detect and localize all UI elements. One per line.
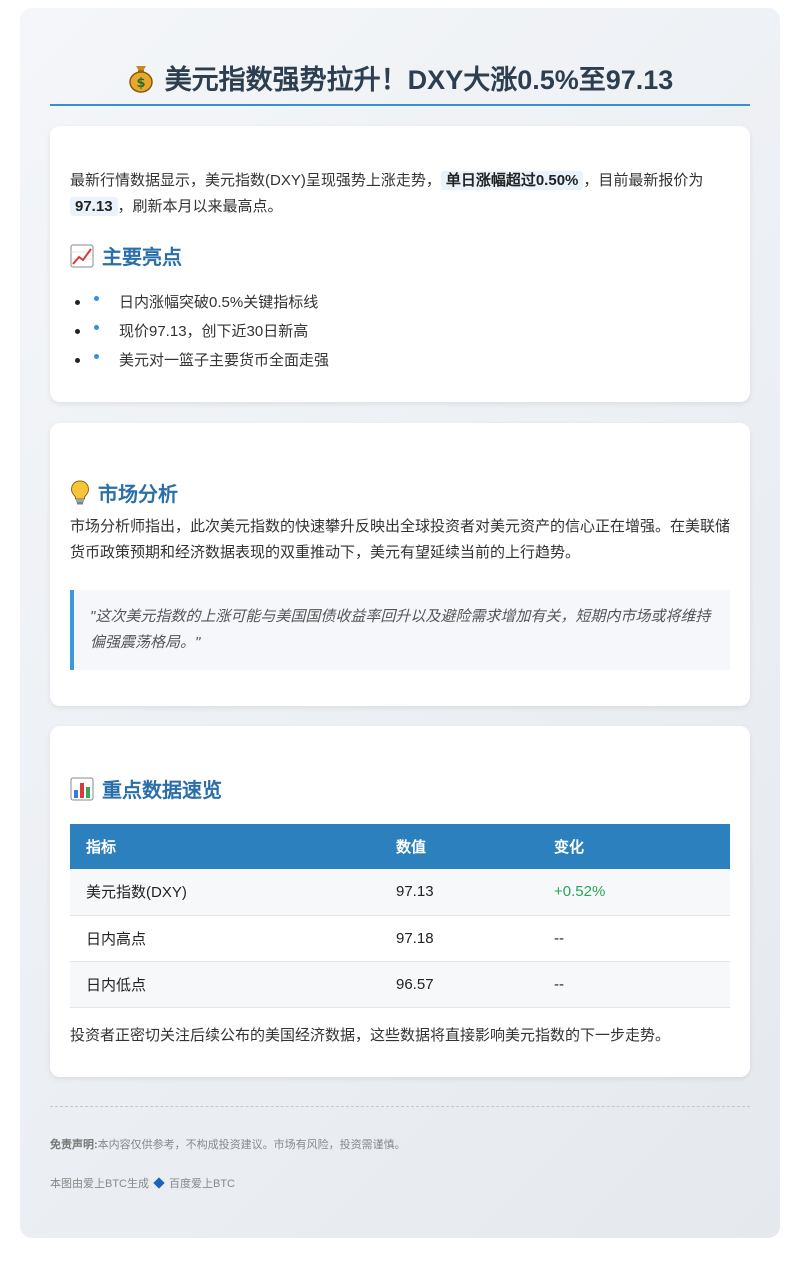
list-item: 现价97.13，创下近30日新高 [70,317,329,346]
highlight-item-text: 日内涨幅突破0.5%关键指标线 [119,294,319,311]
title-text: 美元指数强势拉升！DXY大涨0.5%至97.13 [164,65,674,95]
table-row: 美元指数(DXY) 97.13 +0.52% [70,869,730,916]
chart-up-icon [70,244,94,267]
analysis-card: 市场分析 市场分析师指出，此次美元指数的快速攀升反映出全球投资者对美元资产的信心… [50,423,750,706]
credit-line: 本图由爱上BTC生成 百度爱上BTC [50,1175,235,1191]
table-cell: 96.57 [380,961,538,1008]
page-container: $ 美元指数强势拉升！DXY大涨0.5%至97.13 最新行情数据显示，美元指数… [20,8,780,1238]
intro-text-middle: ，目前最新报价为 [583,172,704,189]
disclaimer: 免责声明:本内容仅供参考，不构成投资建议。市场有风险，投资需谨慎。 [50,1136,406,1152]
table-cell: 日内低点 [70,961,380,1008]
footer-divider [50,1106,750,1107]
table-row: 日内高点 97.18 -- [70,915,730,962]
highlight-change: 单日涨幅超过0.50% [440,171,584,190]
data-note: 投资者正密切关注后续公布的美国经济数据，这些数据将直接影响美元指数的下一步走势。 [70,1027,671,1044]
analysis-paragraph: 市场分析师指出，此次美元指数的快速攀升反映出全球投资者对美元资产的信心正在增强。… [70,518,731,561]
disclaimer-label: 免责声明: [50,1139,98,1151]
data-card: 重点数据速览 指标 数值 变化 美元指数(DXY) 97.13 +0.52% 日… [50,726,750,1077]
table-cell: 97.13 [380,869,538,916]
highlight-price: 97.13 [70,197,118,216]
highlights-list: 日内涨幅突破0.5%关键指标线 现价97.13，创下近30日新高 美元对一篮子主… [70,288,329,375]
svg-text:$: $ [136,76,145,91]
table-cell: 日内高点 [70,915,380,962]
analysis-title: 市场分析 [98,484,178,506]
bar-chart-icon [70,777,94,800]
table-cell-change: +0.52% [538,869,730,916]
highlight-item-text: 美元对一篮子主要货币全面走强 [119,352,330,369]
analyst-quote: "这次美元指数的上涨可能与美国国债收益率回升以及避险需求增加有关，短期内市场或将… [70,590,730,670]
table-row: 日内低点 96.57 -- [70,961,730,1008]
table-cell-change: -- [538,915,730,962]
disclaimer-text: 本内容仅供参考，不构成投资建议。市场有风险，投资需谨慎。 [97,1139,406,1151]
intro-text-before: 最新行情数据显示，美元指数(DXY)呈现强势上涨走势， [70,172,441,189]
highlights-heading: 主要亮点 [70,241,182,270]
table-header-row: 指标 数值 变化 [70,824,730,869]
data-heading: 重点数据速览 [70,774,222,803]
diamond-icon [153,1177,165,1189]
intro-text-after: ，刷新本月以来最高点。 [117,198,283,215]
page-title: $ 美元指数强势拉升！DXY大涨0.5%至97.13 [127,58,674,97]
column-header-change: 变化 [538,824,730,869]
table-cell-change: -- [538,961,730,1008]
credit-source: 百度爱上BTC [169,1178,235,1190]
highlight-item-text: 现价97.13，创下近30日新高 [119,323,309,340]
highlights-title: 主要亮点 [102,247,182,269]
list-item: 美元对一篮子主要货币全面走强 [70,346,329,375]
table-cell: 97.18 [380,915,538,962]
table-cell: 美元指数(DXY) [70,869,380,916]
lightbulb-icon [70,479,90,504]
money-bag-icon: $ [127,63,155,93]
intro-paragraph: 最新行情数据显示，美元指数(DXY)呈现强势上涨走势， 单日涨幅超过0.50% ，目… [70,168,730,220]
header: $ 美元指数强势拉升！DXY大涨0.5%至97.13 [50,48,750,106]
intro-card: 最新行情数据显示，美元指数(DXY)呈现强势上涨走势， 单日涨幅超过0.50% ，目… [50,126,750,402]
data-table: 指标 数值 变化 美元指数(DXY) 97.13 +0.52% 日内高点 97.… [70,824,730,1008]
column-header-value: 数值 [380,824,538,869]
credit-generator: 本图由爱上BTC生成 [50,1178,149,1190]
list-item: 日内涨幅突破0.5%关键指标线 [70,288,329,317]
data-title: 重点数据速览 [102,780,222,802]
column-header-indicator: 指标 [70,824,380,869]
analysis-heading: 市场分析 [70,478,178,507]
